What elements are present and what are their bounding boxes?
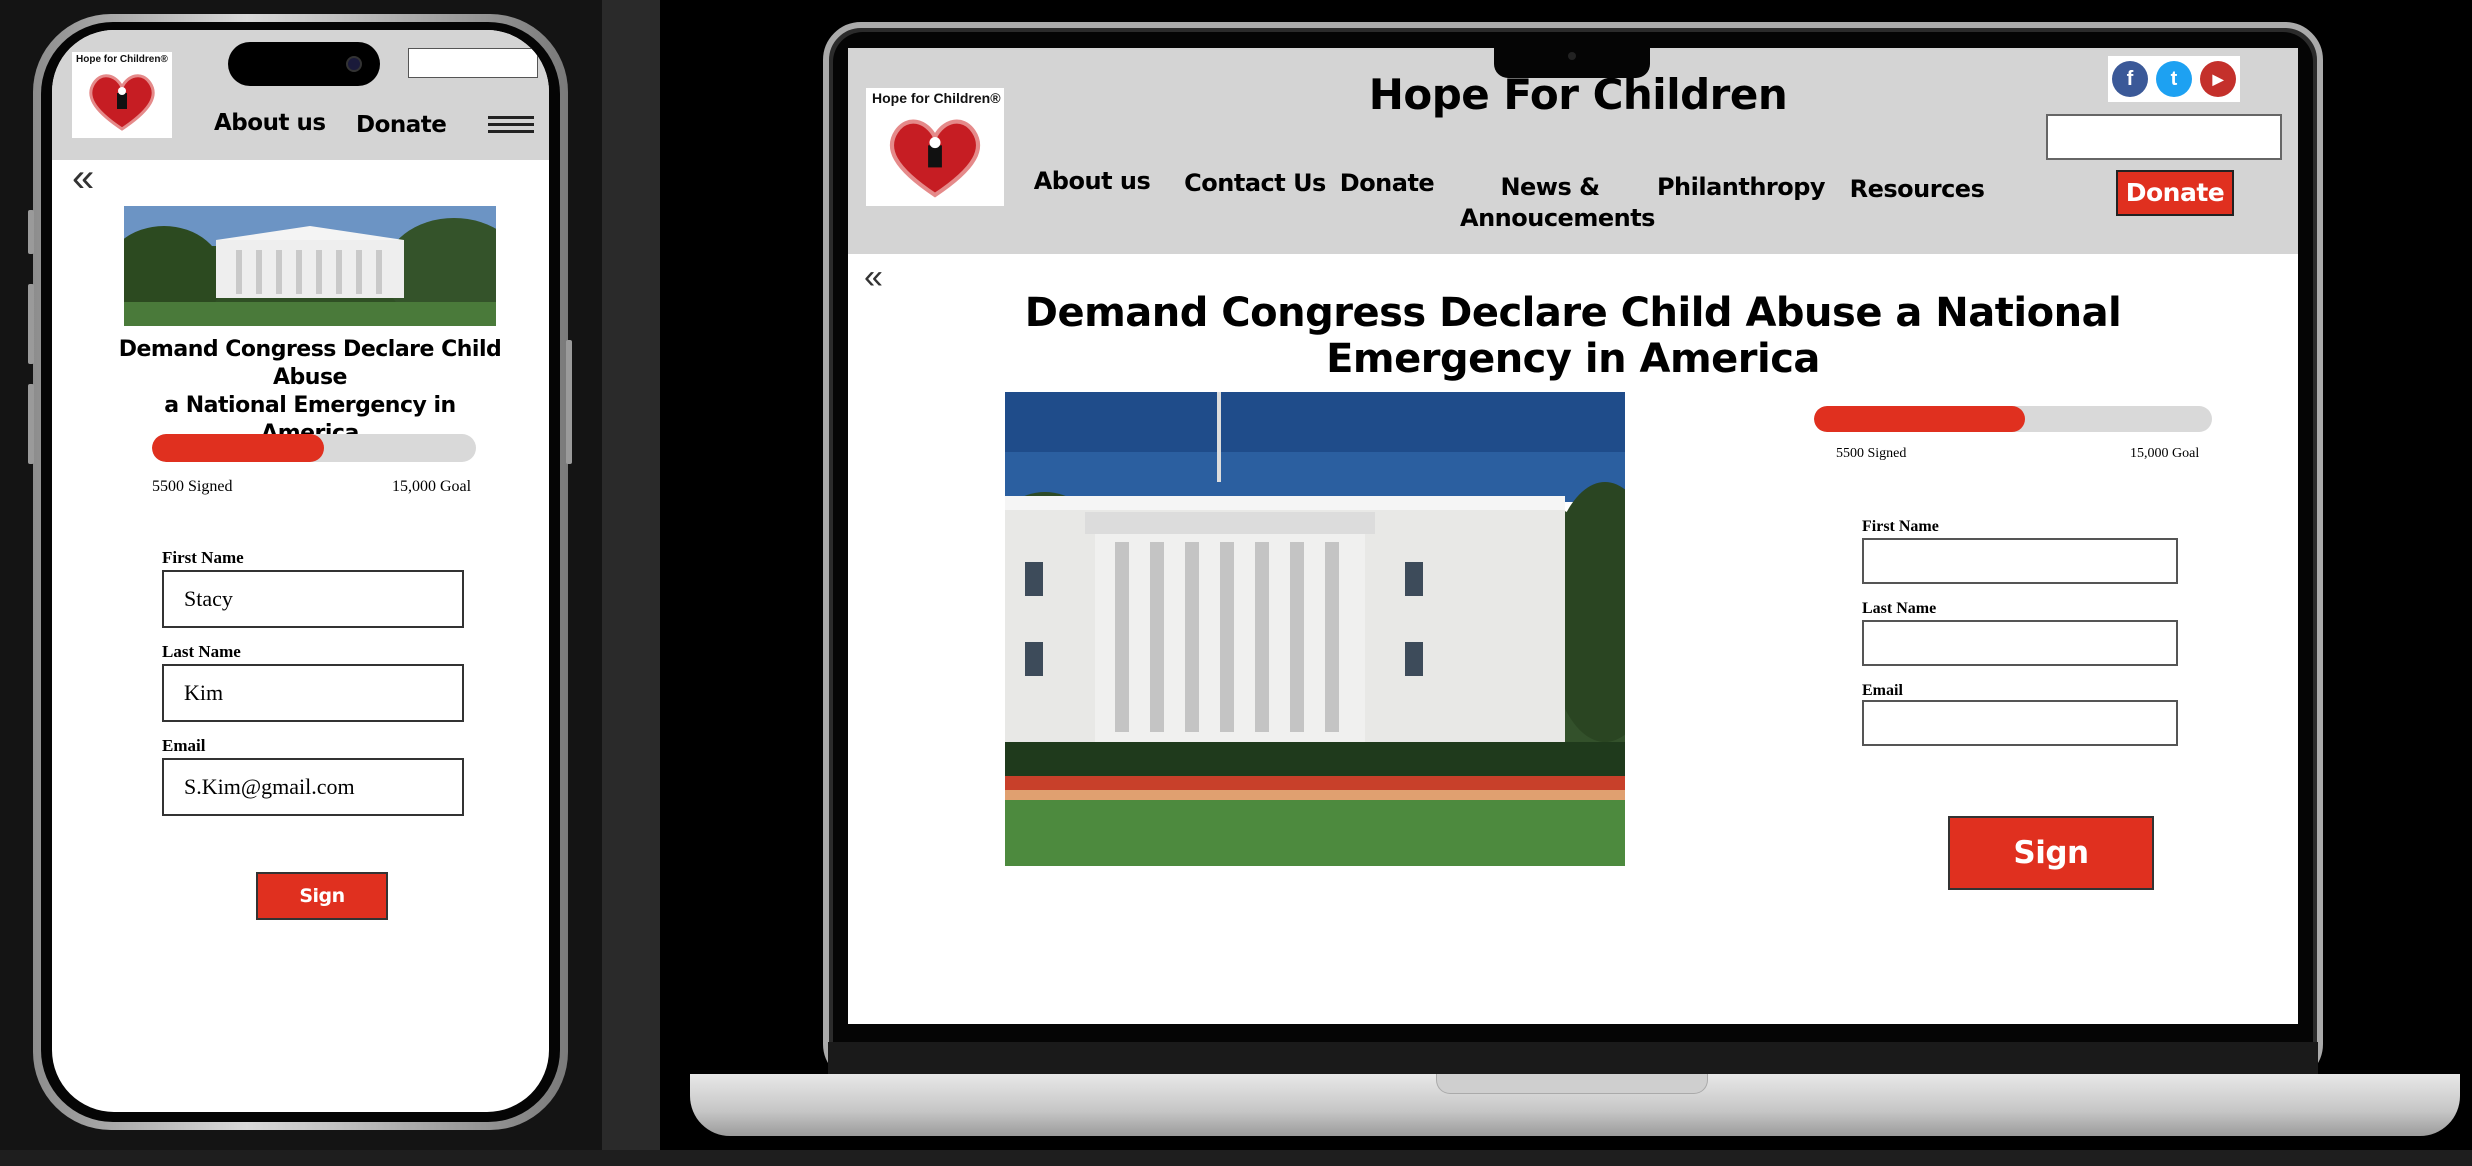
laptop-notch bbox=[1494, 42, 1650, 78]
nav-resources[interactable]: Resources bbox=[1842, 174, 1992, 205]
desktop-signed-count: 5500 Signed bbox=[1836, 446, 1907, 461]
nav-donate[interactable]: Donate bbox=[1332, 168, 1442, 199]
laptop-hinge bbox=[828, 1042, 2318, 1074]
desktop-first-name-field[interactable] bbox=[1862, 538, 2178, 584]
white-house-image bbox=[1005, 392, 1625, 866]
desktop-search-input[interactable] bbox=[2046, 114, 2282, 160]
mobile-signed-count: 5500 Signed bbox=[152, 478, 233, 495]
desktop-logo[interactable]: Hope for Children® bbox=[866, 88, 1004, 206]
desktop-logo-text: Hope for Children® bbox=[872, 90, 1001, 106]
mobile-goal-count: 15,000 Goal bbox=[392, 478, 472, 495]
laptop-opening-groove bbox=[1436, 1074, 1708, 1094]
petition-title: Demand Congress Declare Child Abuse a Na… bbox=[1024, 290, 2122, 382]
mobile-nav-donate[interactable]: Donate bbox=[356, 112, 447, 138]
mobile-progress-fill bbox=[152, 434, 324, 462]
mobile-logo-text: Hope for Children® bbox=[76, 54, 168, 65]
youtube-icon[interactable]: ▶ bbox=[2200, 61, 2236, 97]
facebook-icon[interactable]: f bbox=[2112, 61, 2148, 97]
back-chevron-icon[interactable]: « bbox=[72, 158, 94, 198]
nav-philanthropy[interactable]: Philanthropy bbox=[1656, 172, 1826, 203]
social-links: f t ▶ bbox=[2108, 56, 2240, 102]
white-house-image bbox=[124, 206, 496, 326]
mobile-first-name-label: First Name bbox=[162, 548, 244, 567]
mobile-email-field[interactable] bbox=[162, 758, 464, 816]
desktop-goal-count: 15,000 Goal bbox=[2130, 446, 2200, 461]
phone-screen: Hope for Children® About us Donate « Dem… bbox=[52, 30, 549, 1112]
desktop-first-name-label: First Name bbox=[1862, 518, 1939, 535]
phone-mute-switch bbox=[28, 210, 34, 254]
phone-volume-down bbox=[28, 384, 34, 464]
desktop-email-field[interactable] bbox=[1862, 700, 2178, 746]
floor-strip bbox=[0, 1150, 2472, 1166]
desktop-last-name-field[interactable] bbox=[1862, 620, 2178, 666]
desktop-email-label: Email bbox=[1862, 682, 1903, 699]
mobile-petition-title: Demand Congress Declare Child Abuse a Na… bbox=[112, 336, 508, 448]
desktop-progress-fill bbox=[1814, 406, 2025, 432]
back-chevron-icon[interactable]: « bbox=[864, 258, 883, 297]
mobile-petition-title-line1: Demand Congress Declare Child Abuse bbox=[118, 337, 502, 390]
mobile-first-name-field[interactable] bbox=[162, 570, 464, 628]
hamburger-menu-icon[interactable] bbox=[488, 116, 534, 134]
desktop-last-name-label: Last Name bbox=[1862, 600, 1937, 617]
front-camera bbox=[346, 56, 362, 72]
twitter-icon[interactable]: t bbox=[2156, 61, 2192, 97]
mobile-email-label: Email bbox=[162, 736, 206, 755]
phone-volume-up bbox=[28, 284, 34, 364]
nav-about-us[interactable]: About us bbox=[1020, 166, 1164, 197]
laptop-screen: Hope for Children® Hope For Children f t… bbox=[848, 48, 2298, 1024]
sign-petition-button[interactable]: Sign Petition bbox=[1948, 816, 2154, 941]
mobile-last-name-field[interactable] bbox=[162, 664, 464, 722]
divider-backdrop bbox=[602, 0, 660, 1166]
mobile-search-input[interactable] bbox=[408, 48, 538, 78]
phone-power-button bbox=[566, 340, 572, 464]
mobile-logo[interactable]: Hope for Children® bbox=[72, 52, 172, 138]
mobile-nav-about-us[interactable]: About us bbox=[214, 110, 326, 136]
heart-icon bbox=[89, 74, 155, 131]
nav-news-announcements[interactable]: News & Annoucements bbox=[1460, 172, 1655, 234]
nav-contact-us[interactable]: Contact Us bbox=[1170, 168, 1340, 199]
desktop-progress-bar bbox=[1814, 406, 2212, 432]
mobile-sign-petition-button[interactable]: Sign Petition bbox=[256, 872, 388, 951]
mobile-progress-bar bbox=[152, 434, 476, 462]
laptop-camera bbox=[1568, 52, 1576, 60]
mobile-last-name-label: Last Name bbox=[162, 642, 241, 661]
donate-button[interactable]: Donate bbox=[2116, 170, 2234, 216]
heart-icon bbox=[889, 119, 981, 198]
